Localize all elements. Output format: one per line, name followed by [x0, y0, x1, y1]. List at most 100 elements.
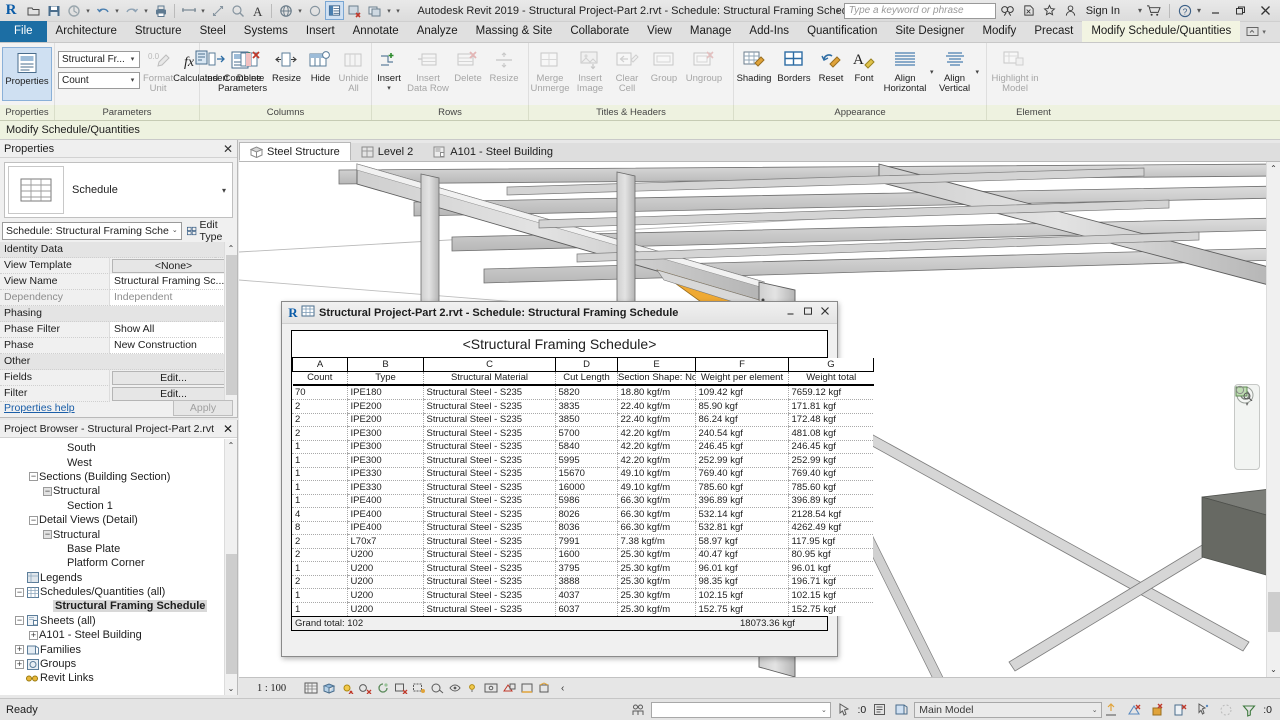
editing-requests-icon[interactable] — [870, 701, 888, 719]
table-cell[interactable]: 769.40 kgf — [788, 467, 873, 481]
view-tab-steel-structure[interactable]: Steel Structure — [239, 142, 351, 161]
table-cell[interactable]: 98.35 kgf — [695, 575, 788, 589]
table-cell[interactable]: 4 — [292, 508, 347, 522]
table-cell[interactable]: 117.95 kgf — [788, 535, 873, 549]
table-row[interactable]: 2U200Structural Steel - S235160025.30 kg… — [292, 548, 873, 562]
table-cell[interactable]: 58.97 kgf — [695, 535, 788, 549]
table-cell[interactable]: 102.15 kgf — [695, 589, 788, 603]
exclude-options-icon[interactable] — [1125, 701, 1143, 719]
tab-modify-schedule-quantities[interactable]: Modify Schedule/Quantities — [1082, 21, 1240, 42]
model-elements-icon[interactable] — [629, 701, 647, 719]
crop-view-icon[interactable] — [393, 681, 408, 696]
table-cell[interactable]: 80.95 kgf — [788, 548, 873, 562]
insert-row-button[interactable]: Insert ▾ — [372, 45, 406, 94]
table-cell[interactable]: IPE180 — [347, 386, 423, 400]
tab-architecture[interactable]: Architecture — [47, 21, 126, 42]
column-letter[interactable]: C — [424, 358, 556, 371]
active-option-icon[interactable] — [1148, 701, 1166, 719]
table-cell[interactable]: 25.30 kgf/m — [617, 548, 695, 562]
borders-button[interactable]: Borders — [774, 45, 814, 84]
property-row-fields[interactable]: Fields Edit... — [0, 370, 237, 386]
column-letter[interactable]: B — [348, 358, 424, 371]
rendering-dialog-icon[interactable] — [375, 681, 390, 696]
editable-only-icon[interactable] — [1171, 701, 1189, 719]
scroll-up-icon[interactable]: ⌃ — [225, 242, 237, 255]
search-input[interactable]: Type a keyword or phrase — [844, 3, 996, 19]
lock-3d-view-icon[interactable] — [429, 681, 444, 696]
browser-node-legends[interactable]: Legends — [0, 571, 224, 585]
tree-toggle-icon[interactable]: + — [14, 644, 25, 655]
table-cell[interactable]: 16000 — [555, 481, 617, 495]
shading-button[interactable]: Shading — [734, 45, 774, 84]
tree-toggle-icon[interactable]: − — [28, 471, 39, 482]
browser-node-structural[interactable]: −Structural — [0, 484, 224, 498]
table-cell[interactable]: 246.45 kgf — [695, 440, 788, 454]
view-name-value[interactable]: Structural Framing Sc... — [110, 274, 237, 290]
table-cell[interactable]: 66.30 kgf/m — [617, 508, 695, 522]
align-vertical-button[interactable]: Align Vertical — [934, 45, 976, 94]
table-cell[interactable]: 2128.54 kgf — [788, 508, 873, 522]
table-cell[interactable]: 15670 — [555, 467, 617, 481]
schedule-table[interactable]: 70IPE180Structural Steel - S235582018.80… — [292, 386, 873, 616]
table-cell[interactable]: 8 — [292, 521, 347, 535]
table-cell[interactable]: 22.40 kgf/m — [617, 413, 695, 427]
tab-insert[interactable]: Insert — [297, 21, 344, 42]
minimize-icon[interactable] — [1204, 1, 1226, 21]
delete-row-button[interactable]: Delete — [450, 45, 486, 84]
table-row[interactable]: 1U200Structural Steel - S235379525.30 kg… — [292, 562, 873, 576]
table-cell[interactable]: 1 — [292, 467, 347, 481]
table-cell[interactable]: Structural Steel - S235 — [423, 521, 555, 535]
table-cell[interactable]: 2 — [292, 575, 347, 589]
table-cell[interactable]: 5820 — [555, 386, 617, 400]
visual-style-icon[interactable] — [321, 681, 336, 696]
tree-toggle-icon[interactable] — [14, 673, 25, 684]
table-cell[interactable]: 25.30 kgf/m — [617, 562, 695, 576]
schedule-dialog-titlebar[interactable]: R Structural Project-Part 2.rvt - Schedu… — [282, 302, 837, 324]
table-cell[interactable]: 532.81 kgf — [695, 521, 788, 535]
tree-toggle-icon[interactable] — [56, 457, 67, 468]
browser-node-structural-framing-schedule[interactable]: Structural Framing Schedule — [0, 599, 224, 613]
default-3d-view-icon[interactable] — [276, 1, 295, 20]
table-cell[interactable]: 2 — [292, 400, 347, 414]
table-cell[interactable]: Structural Steel - S235 — [423, 575, 555, 589]
type-selector[interactable]: Schedule: Structural Framing Sche ⌄ — [2, 222, 182, 240]
switch-windows-dropdown-icon[interactable]: ▾ — [385, 1, 393, 20]
resize-column-button[interactable]: Resize — [268, 45, 305, 84]
table-cell[interactable]: Structural Steel - S235 — [423, 440, 555, 454]
table-cell[interactable]: Structural Steel - S235 — [423, 454, 555, 468]
filter-icon[interactable] — [1240, 701, 1258, 719]
table-cell[interactable]: 3850 — [555, 413, 617, 427]
table-cell[interactable]: 40.47 kgf — [695, 548, 788, 562]
delete-column-button[interactable]: Delete — [233, 45, 268, 84]
close-icon[interactable] — [1254, 1, 1276, 21]
scroll-up-icon[interactable]: ⌃ — [1267, 162, 1280, 176]
column-letter[interactable]: A — [293, 358, 348, 371]
save-icon[interactable] — [44, 1, 63, 20]
table-cell[interactable]: Structural Steel - S235 — [423, 562, 555, 576]
insert-image-button[interactable]: Insert Image — [571, 45, 609, 94]
column-letter[interactable]: G — [789, 358, 874, 371]
format-unit-button[interactable]: 0.0 Format Unit — [143, 45, 173, 94]
table-cell[interactable]: 86.24 kgf — [695, 413, 788, 427]
table-cell[interactable]: 18.80 kgf/m — [617, 386, 695, 400]
table-cell[interactable]: 49.10 kgf/m — [617, 481, 695, 495]
undo-icon[interactable] — [93, 1, 112, 20]
properties-scrollbar[interactable]: ⌃ — [224, 242, 237, 402]
column-header[interactable]: Structural Material — [424, 371, 556, 385]
temporary-view-properties-icon[interactable] — [483, 681, 498, 696]
view-tab-level-2[interactable]: Level 2 — [351, 143, 423, 161]
table-row[interactable]: 2IPE200Structural Steel - S235383522.40 … — [292, 400, 873, 414]
table-cell[interactable]: 109.42 kgf — [695, 386, 788, 400]
section-icon[interactable] — [305, 1, 324, 20]
minimize-icon[interactable] — [786, 306, 796, 319]
tab-annotate[interactable]: Annotate — [344, 21, 408, 42]
table-cell[interactable]: Structural Steel - S235 — [423, 589, 555, 603]
redo-icon[interactable] — [122, 1, 141, 20]
table-cell[interactable]: 252.99 kgf — [788, 454, 873, 468]
property-group-other[interactable]: Other⌃ — [0, 354, 237, 370]
column-letter[interactable]: E — [618, 358, 696, 371]
table-cell[interactable]: 481.08 kgf — [788, 427, 873, 441]
table-cell[interactable]: 3795 — [555, 562, 617, 576]
shadows-icon[interactable] — [357, 681, 372, 696]
close-icon[interactable]: ✕ — [223, 142, 233, 156]
